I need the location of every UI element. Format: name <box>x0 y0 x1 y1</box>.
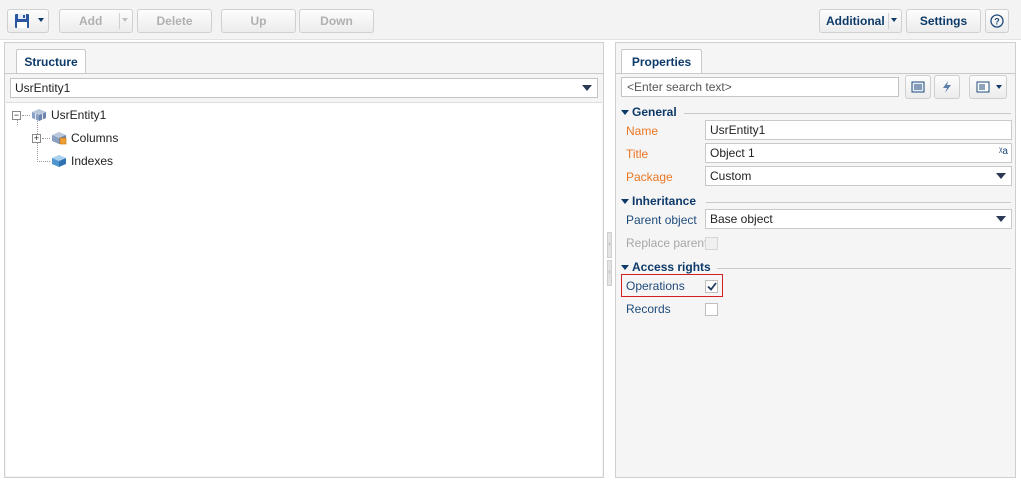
checkmark-icon <box>706 282 717 291</box>
help-button[interactable]: ? <box>985 9 1009 33</box>
svg-text:?: ? <box>994 17 1000 27</box>
tab-properties-label: Properties <box>631 55 692 69</box>
expand-toggle[interactable]: + <box>32 134 41 143</box>
question-circle-icon: ? <box>990 14 1004 28</box>
package-label: Package <box>626 170 673 184</box>
search-input[interactable]: <Enter search text> <box>621 77 899 97</box>
records-checkbox[interactable] <box>705 303 718 316</box>
name-label: Name <box>626 124 659 138</box>
additional-button[interactable]: Additional <box>819 9 902 33</box>
package-select-value: Custom <box>710 169 752 183</box>
operations-label: Operations <box>626 279 685 293</box>
toolbar: Add Delete Up Down Additional Settings ? <box>0 0 1021 40</box>
tree-node-indexes-label: Indexes <box>71 154 114 168</box>
chevron-down-icon[interactable] <box>996 216 1006 222</box>
title-field-value: Object 1 <box>710 146 755 160</box>
title-label: Title <box>626 147 649 161</box>
up-button-label: Up <box>250 14 267 28</box>
package-select[interactable]: Custom <box>705 166 1012 186</box>
up-button[interactable]: Up <box>221 9 296 33</box>
additional-button-label: Additional <box>826 14 885 28</box>
collapse-section-icon[interactable] <box>621 109 629 115</box>
chevron-down-icon[interactable] <box>577 79 597 97</box>
tree-node-root-label: UsrEntity1 <box>51 108 107 122</box>
collapse-right-icon[interactable]: › <box>607 260 612 286</box>
operations-checkbox[interactable] <box>705 280 718 293</box>
settings-button-label: Settings <box>919 14 968 28</box>
tab-properties[interactable]: Properties <box>621 49 702 74</box>
properties-panel: Properties <Enter search text> General N <box>615 42 1016 478</box>
floppy-disk-icon <box>15 14 29 28</box>
name-field-value: UsrEntity1 <box>710 123 766 137</box>
view-options-button[interactable] <box>969 75 1007 99</box>
collapse-section-icon[interactable] <box>621 198 629 204</box>
name-field[interactable]: UsrEntity1 <box>705 120 1012 140</box>
section-inheritance-label: Inheritance <box>632 194 697 208</box>
chevron-down-icon[interactable] <box>891 18 897 22</box>
properties-list-icon <box>976 81 990 93</box>
section-access-rights[interactable]: Access rights <box>621 260 1011 274</box>
list-view-icon <box>911 81 925 93</box>
save-button[interactable] <box>7 9 49 33</box>
collapse-section-icon[interactable] <box>621 264 629 270</box>
title-field[interactable]: Object 1 ᵡa <box>705 143 1012 163</box>
section-access-rights-label: Access rights <box>632 260 711 274</box>
parent-object-label: Parent object <box>626 213 697 227</box>
add-button-label: Add <box>79 14 103 28</box>
entity-cube-icon <box>32 109 46 121</box>
add-button[interactable]: Add <box>59 9 133 33</box>
tab-structure[interactable]: Structure <box>16 49 86 74</box>
settings-button[interactable]: Settings <box>906 9 981 33</box>
down-button-label: Down <box>320 14 353 28</box>
tree-node-columns[interactable]: Columns <box>51 131 118 145</box>
tab-structure-label: Structure <box>24 55 78 69</box>
list-view-button[interactable] <box>905 75 931 99</box>
chevron-down-icon[interactable] <box>996 173 1006 179</box>
chevron-down-icon[interactable] <box>122 18 128 22</box>
chevron-down-icon[interactable] <box>996 85 1002 89</box>
translate-icon[interactable]: ᵡa <box>999 146 1008 157</box>
replace-parent-label: Replace parent <box>626 236 708 250</box>
structure-tree: − UsrEntity1 + Columns Indexes <box>6 102 602 476</box>
records-label: Records <box>626 302 671 316</box>
down-button[interactable]: Down <box>299 9 374 33</box>
delete-button[interactable]: Delete <box>137 9 212 33</box>
parent-object-select-value: Base object <box>710 212 773 226</box>
structure-panel: Structure UsrEntity1 − UsrEntity1 + Colu… <box>4 42 604 478</box>
lightning-icon <box>943 81 951 93</box>
tree-node-columns-label: Columns <box>71 131 119 145</box>
parent-object-select[interactable]: Base object <box>705 209 1012 229</box>
collapse-toggle[interactable]: − <box>12 111 21 120</box>
section-general-label: General <box>632 105 677 119</box>
section-general[interactable]: General <box>621 105 1011 119</box>
collapse-left-icon[interactable]: ‹ <box>607 232 612 258</box>
indexes-icon <box>52 155 66 167</box>
structure-selector-value: UsrEntity1 <box>15 81 71 95</box>
events-button[interactable] <box>934 75 960 99</box>
section-inheritance[interactable]: Inheritance <box>621 194 1011 208</box>
tree-node-root[interactable]: UsrEntity1 <box>31 108 106 122</box>
tree-node-indexes[interactable]: Indexes <box>51 154 113 168</box>
columns-icon <box>52 132 67 145</box>
structure-selector[interactable]: UsrEntity1 <box>10 78 598 98</box>
panel-splitter[interactable]: ‹ › <box>606 230 613 288</box>
search-input-placeholder: <Enter search text> <box>627 80 732 94</box>
delete-button-label: Delete <box>156 14 193 28</box>
chevron-down-icon[interactable] <box>38 18 44 22</box>
replace-parent-checkbox[interactable] <box>705 237 718 250</box>
